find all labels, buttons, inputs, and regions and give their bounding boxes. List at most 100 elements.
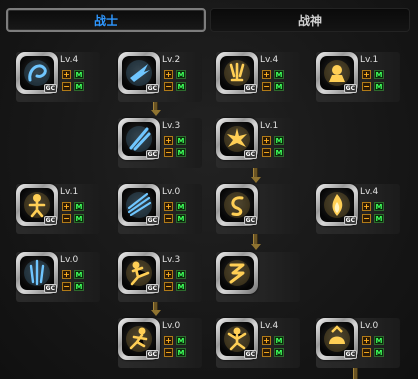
level-up-button[interactable]: +	[164, 336, 173, 345]
skill-icon-frame[interactable]: GC	[16, 252, 58, 294]
skill-slot: GC Lv.4 + − M M	[216, 318, 300, 368]
m-button[interactable]: M	[74, 82, 84, 91]
m-button[interactable]: M	[274, 148, 284, 157]
skill-level: Lv.1	[360, 55, 379, 65]
level-down-button[interactable]: −	[262, 148, 271, 157]
m-button[interactable]: M	[374, 70, 384, 79]
level-down-button[interactable]: −	[62, 82, 71, 91]
m-button[interactable]: M	[176, 348, 186, 357]
m-button[interactable]: M	[374, 82, 384, 91]
m-button[interactable]: M	[176, 202, 186, 211]
tab-warrior[interactable]: 战士	[6, 8, 206, 32]
skill-icon-frame[interactable]: GC	[16, 52, 58, 94]
m-button[interactable]: M	[74, 214, 84, 223]
skill-level: Lv.0	[60, 255, 79, 265]
level-up-button[interactable]: +	[262, 136, 271, 145]
m-button[interactable]: M	[274, 136, 284, 145]
m-button[interactable]: M	[176, 82, 186, 91]
skill-level: Lv.0	[162, 321, 181, 331]
level-down-button[interactable]: −	[362, 214, 371, 223]
skill-icon-frame[interactable]: GC	[118, 184, 160, 226]
m-button[interactable]: M	[274, 82, 284, 91]
m-button[interactable]: M	[176, 70, 186, 79]
level-down-button[interactable]: −	[362, 348, 371, 357]
skill-level: Lv.3	[162, 121, 181, 131]
m-button[interactable]: M	[176, 136, 186, 145]
level-up-button[interactable]: +	[164, 202, 173, 211]
skill-icon-frame[interactable]: GC	[118, 252, 160, 294]
level-up-button[interactable]: +	[164, 70, 173, 79]
level-up-button[interactable]: +	[62, 70, 71, 79]
skill-icon-frame[interactable]: GC	[16, 184, 58, 226]
skill-icon-frame[interactable]: GC	[118, 118, 160, 160]
level-up-button[interactable]: +	[262, 336, 271, 345]
skill-icon-frame[interactable]: GC	[316, 52, 358, 94]
skill-level: Lv.3	[162, 255, 181, 265]
gc-badge: GC	[243, 84, 257, 93]
level-down-button[interactable]: −	[164, 82, 173, 91]
gc-badge: GC	[43, 216, 57, 225]
skill-link-arrow	[251, 244, 261, 250]
m-button[interactable]: M	[374, 348, 384, 357]
gc-badge: GC	[43, 284, 57, 293]
level-down-button[interactable]: −	[62, 282, 71, 291]
skill-icon-frame[interactable]	[216, 252, 258, 294]
skill-tree-panel: 战士 战神 GC Lv.4 + − M M GC Lv.2 + − M M GC Lv.4 + − M M GC Lv…	[0, 0, 418, 379]
gc-badge: GC	[145, 216, 159, 225]
level-down-button[interactable]: −	[262, 82, 271, 91]
m-button[interactable]: M	[274, 336, 284, 345]
level-down-button[interactable]: −	[262, 348, 271, 357]
m-button[interactable]: M	[374, 202, 384, 211]
m-button[interactable]: M	[176, 214, 186, 223]
level-down-button[interactable]: −	[164, 214, 173, 223]
skill-icon-frame[interactable]: GC	[216, 318, 258, 360]
gc-badge: GC	[145, 84, 159, 93]
level-down-button[interactable]: −	[362, 82, 371, 91]
tab-war-god[interactable]: 战神	[210, 8, 410, 32]
level-up-button[interactable]: +	[62, 270, 71, 279]
skill-icon-frame[interactable]: GC	[216, 118, 258, 160]
level-down-button[interactable]: −	[164, 148, 173, 157]
skill-icon-frame[interactable]: GC	[118, 52, 160, 94]
level-up-button[interactable]: +	[362, 336, 371, 345]
skill-slot: GC	[216, 184, 300, 234]
skill-icon-frame[interactable]: GC	[316, 318, 358, 360]
level-up-button[interactable]: +	[362, 70, 371, 79]
m-button[interactable]: M	[74, 270, 84, 279]
skill-link-arrow	[251, 177, 261, 183]
m-button[interactable]: M	[176, 336, 186, 345]
skill-slot: GC Lv.0 + − M M	[118, 184, 202, 234]
m-button[interactable]: M	[74, 282, 84, 291]
skill-icon-frame[interactable]: GC	[216, 184, 258, 226]
level-up-button[interactable]: +	[164, 136, 173, 145]
m-button[interactable]: M	[374, 214, 384, 223]
m-button[interactable]: M	[176, 270, 186, 279]
level-down-button[interactable]: −	[62, 214, 71, 223]
m-button[interactable]: M	[274, 70, 284, 79]
tab-war-god-label: 战神	[297, 13, 322, 28]
m-button[interactable]: M	[374, 336, 384, 345]
skill-level: Lv.1	[260, 121, 279, 131]
skill-level: Lv.4	[260, 55, 279, 65]
level-down-button[interactable]: −	[164, 348, 173, 357]
gc-badge: GC	[43, 84, 57, 93]
skill-icon-frame[interactable]: GC	[216, 52, 258, 94]
level-up-button[interactable]: +	[262, 70, 271, 79]
skill-slot: GC Lv.4 + − M M	[16, 52, 100, 102]
gc-badge: GC	[343, 84, 357, 93]
gc-badge: GC	[343, 350, 357, 359]
skill-icon-frame[interactable]: GC	[316, 184, 358, 226]
m-button[interactable]: M	[176, 282, 186, 291]
m-button[interactable]: M	[74, 202, 84, 211]
skill-slot: GC Lv.3 + − M M	[118, 118, 202, 168]
skill-slot: GC Lv.0 + − M M	[118, 318, 202, 368]
m-button[interactable]: M	[176, 148, 186, 157]
gc-badge: GC	[243, 150, 257, 159]
m-button[interactable]: M	[74, 70, 84, 79]
level-up-button[interactable]: +	[362, 202, 371, 211]
level-up-button[interactable]: +	[164, 270, 173, 279]
level-up-button[interactable]: +	[62, 202, 71, 211]
level-down-button[interactable]: −	[164, 282, 173, 291]
skill-icon-frame[interactable]: GC	[118, 318, 160, 360]
m-button[interactable]: M	[274, 348, 284, 357]
